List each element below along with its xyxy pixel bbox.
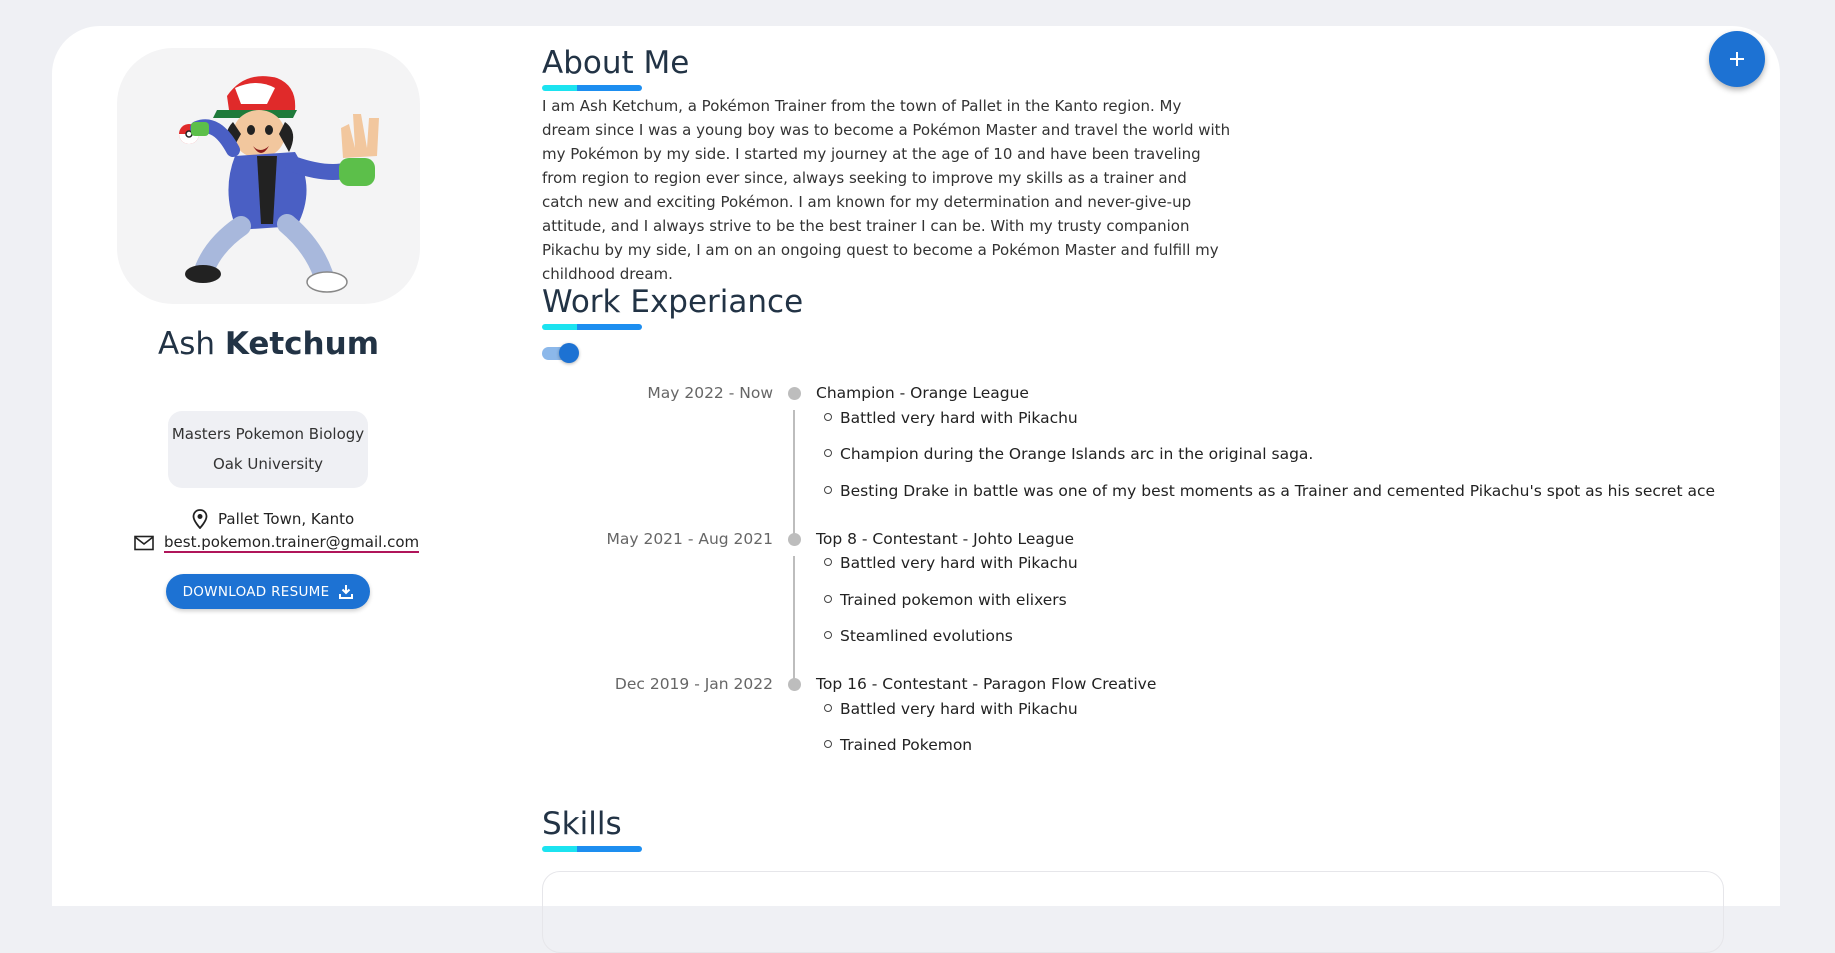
job-item: Battled very hard with Pikachu xyxy=(824,700,1078,718)
job-item: Steamlined evolutions xyxy=(824,627,1013,645)
education-degree: Masters Pokemon Biology xyxy=(171,425,365,443)
timeline-dot xyxy=(788,533,801,546)
job-item: Champion during the Orange Islands arc i… xyxy=(824,445,1313,463)
job-item-text: Battled very hard with Pikachu xyxy=(840,554,1078,572)
job-item: Trained Pokemon xyxy=(824,736,972,754)
skills-heading-underline xyxy=(542,846,642,852)
email-link[interactable]: best.pokemon.trainer@gmail.com xyxy=(164,533,420,553)
timeline-date: Dec 2019 - Jan 2022 xyxy=(614,675,773,693)
job-item-text: Trained Pokemon xyxy=(840,736,973,754)
job-item-text: Trained pokemon with elixers xyxy=(840,591,1067,609)
bullet-icon xyxy=(824,740,832,748)
timeline-connector xyxy=(793,410,795,534)
plus-icon xyxy=(1730,52,1744,66)
job-item-text: Steamlined evolutions xyxy=(840,627,1013,645)
bullet-icon xyxy=(824,486,832,494)
timeline-dot xyxy=(788,387,801,400)
job-item: Battled very hard with Pikachu xyxy=(824,409,1078,427)
job-item: Besting Drake in battle was one of my be… xyxy=(824,482,1715,500)
last-name: Ketchum xyxy=(224,326,379,362)
education-badge: Masters Pokemon Biology Oak University xyxy=(168,411,368,488)
avatar xyxy=(117,48,420,304)
timeline-dot xyxy=(788,678,801,691)
job-item: Trained pokemon with elixers xyxy=(824,591,1067,609)
email-row: best.pokemon.trainer@gmail.com xyxy=(134,532,420,554)
job-item-text: Besting Drake in battle was one of my be… xyxy=(840,482,1716,500)
job-title: Top 8 - Contestant - Johto League xyxy=(816,530,1075,548)
timeline-date: May 2022 - Now xyxy=(647,384,773,402)
skills-heading: Skills xyxy=(542,806,622,842)
job-item-text: Battled very hard with Pikachu xyxy=(840,409,1078,427)
mail-icon xyxy=(134,535,154,551)
location-text: Pallet Town, Kanto xyxy=(218,510,355,528)
bullet-icon xyxy=(824,449,832,457)
profile-name: Ash Ketchum xyxy=(117,326,420,362)
about-heading: About Me xyxy=(542,45,690,81)
timeline-connector xyxy=(793,556,795,680)
download-icon xyxy=(339,585,354,599)
toggle-knob xyxy=(559,343,579,363)
job-item-text: Battled very hard with Pikachu xyxy=(840,700,1078,718)
job-item-text: Champion during the Orange Islands arc i… xyxy=(840,445,1314,463)
work-view-toggle[interactable] xyxy=(542,342,580,364)
education-school: Oak University xyxy=(212,455,324,473)
about-heading-underline xyxy=(542,85,642,91)
location-pin-icon xyxy=(192,509,208,529)
bullet-icon xyxy=(824,413,832,421)
download-resume-label: DOWNLOAD RESUME xyxy=(182,583,330,600)
resume-card: Ash Ketchum Masters Pokemon Biology Oak … xyxy=(52,26,1780,953)
location-row: Pallet Town, Kanto xyxy=(192,508,354,530)
timeline-date: May 2021 - Aug 2021 xyxy=(606,530,773,548)
job-title: Top 16 - Contestant - Paragon Flow Creat… xyxy=(816,675,1157,693)
avatar-illustration xyxy=(179,76,379,293)
bullet-icon xyxy=(824,704,832,712)
work-heading-underline xyxy=(542,324,642,330)
first-name: Ash xyxy=(157,326,215,362)
bullet-icon xyxy=(824,558,832,566)
job-item: Battled very hard with Pikachu xyxy=(824,554,1078,572)
about-text: I am Ash Ketchum, a Pokémon Trainer from… xyxy=(542,97,1231,283)
download-resume-button[interactable]: DOWNLOAD RESUME xyxy=(166,574,370,609)
add-fab-button[interactable] xyxy=(1709,31,1765,87)
job-title: Champion - Orange League xyxy=(816,384,1029,402)
bullet-icon xyxy=(824,631,832,639)
bullet-icon xyxy=(824,595,832,603)
work-heading: Work Experiance xyxy=(542,284,804,320)
skills-panel xyxy=(542,871,1724,953)
